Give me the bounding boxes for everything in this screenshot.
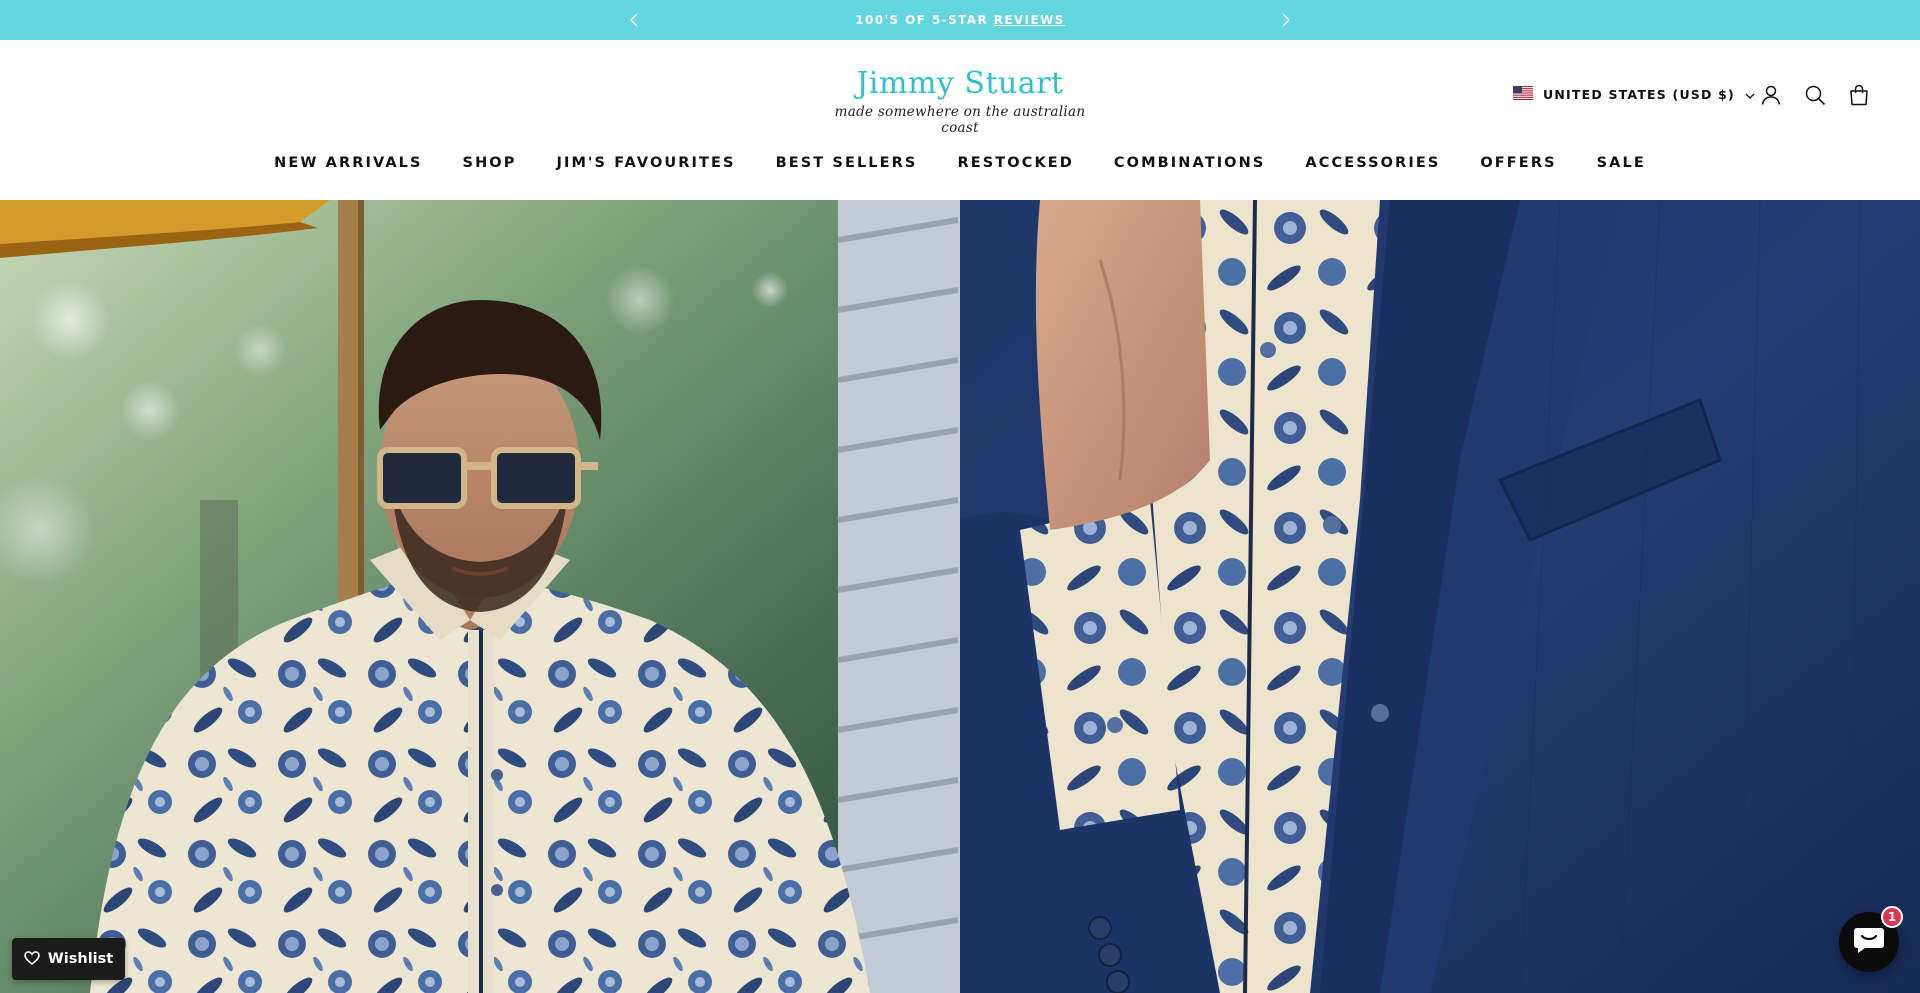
wishlist-label: Wishlist (47, 951, 114, 967)
nav-sale[interactable]: SALE (1577, 150, 1666, 176)
chevron-left-icon[interactable] (622, 8, 646, 32)
reviews-link[interactable]: REVIEWS (994, 13, 1065, 27)
search-icon[interactable] (1803, 83, 1827, 107)
floral-shirt-blazer-image (960, 200, 1920, 993)
us-flag-icon (1513, 85, 1533, 104)
nav-combinations[interactable]: COMBINATIONS (1094, 150, 1285, 176)
hero-image-left[interactable] (0, 200, 958, 993)
heart-icon (23, 950, 40, 969)
hero-banner[interactable] (0, 200, 1920, 993)
cart-icon[interactable] (1847, 83, 1871, 107)
wishlist-button[interactable]: Wishlist (12, 938, 125, 980)
nav-restocked[interactable]: RESTOCKED (937, 150, 1093, 176)
announcement-bar: 100'S OF 5-STAR REVIEWS (0, 0, 1920, 40)
nav-new-arrivals[interactable]: NEW ARRIVALS (254, 150, 442, 176)
chat-icon (1853, 925, 1885, 959)
site-header: Jimmy Stuart made somewhere on the austr… (0, 40, 1920, 200)
chevron-down-icon (1745, 85, 1755, 104)
announcement-message: 100'S OF 5-STAR REVIEWS (855, 13, 1065, 27)
nav-shop[interactable]: SHOP (443, 150, 537, 176)
man-in-floral-shirt-image (0, 200, 958, 993)
nav-offers[interactable]: OFFERS (1460, 150, 1576, 176)
nav-best-sellers[interactable]: BEST SELLERS (756, 150, 938, 176)
announcement-text: 100'S OF 5-STAR (855, 13, 989, 27)
main-navigation: NEW ARRIVALS SHOP JIM'S FAVOURITES BEST … (0, 150, 1920, 176)
locale-selector[interactable]: UNITED STATES (USD $) (1513, 84, 1755, 104)
brand-logo[interactable]: Jimmy Stuart made somewhere on the austr… (820, 66, 1100, 136)
chevron-right-icon[interactable] (1274, 8, 1298, 32)
chat-notification-badge: 1 (1881, 906, 1903, 928)
account-icon[interactable] (1759, 83, 1783, 107)
brand-name: Jimmy Stuart (856, 66, 1064, 101)
locale-label: UNITED STATES (USD $) (1543, 86, 1735, 102)
nav-jims-favourites[interactable]: JIM'S FAVOURITES (536, 150, 755, 176)
brand-tagline: made somewhere on the australian coast (834, 104, 1086, 136)
nav-accessories[interactable]: ACCESSORIES (1285, 150, 1460, 176)
hero-image-right[interactable] (960, 200, 1920, 993)
